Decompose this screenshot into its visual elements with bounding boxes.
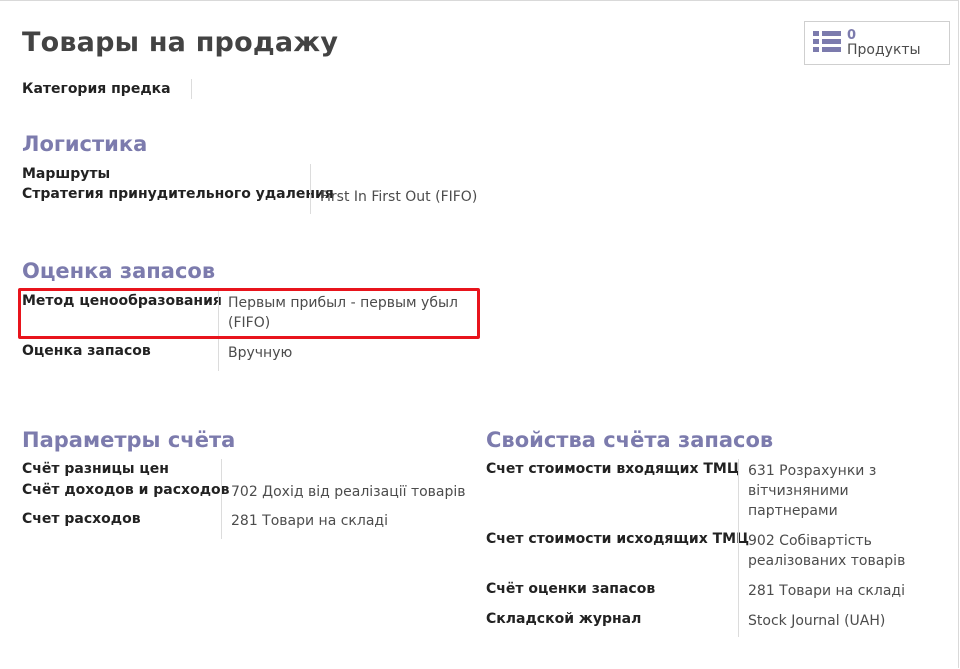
expense-account-field[interactable]: 281 Товари на складі [231,511,388,531]
highlight-box [18,288,480,339]
field-divider [221,459,222,539]
stat-label: Продукты [847,42,921,58]
field-divider [191,79,192,99]
removal-strategy-label: Стратегия принудительного удаления [22,186,334,202]
routes-label: Маршруты [22,166,111,182]
stock-output-account-label: Счет стоимости исходящих ТМЦ [486,531,750,547]
stock-input-account-label: Счет стоимости входящих ТМЦ [486,461,740,477]
list-icon [813,31,841,53]
logistics-heading: Логистика [22,132,148,156]
stock-output-account-field[interactable]: 902 Собівартість реалізованих товарів [748,531,908,571]
stock-valuation-account-field[interactable]: 281 Товари на складі [748,581,905,601]
products-stat-button[interactable]: 0 Продукты [804,21,950,65]
inventory-valuation-label: Оценка запасов [22,343,151,359]
stock-journal-label: Складской журнал [486,611,642,627]
field-divider [738,459,739,637]
inventory-valuation-field[interactable]: Вручную [228,343,292,363]
form-sheet: Товары на продажу 0 Продукты Категория п… [0,0,959,668]
parent-category-label: Категория предка [22,81,171,97]
account-properties-heading: Параметры счёта [22,428,236,452]
removal-strategy-field[interactable]: First In First Out (FIFO) [320,187,477,207]
expense-account-label: Счет расходов [22,511,141,527]
page-title: Товары на продажу [22,27,339,58]
income-account-label: Счёт доходов и расходов [22,482,230,498]
stat-value: 0 [847,28,857,43]
stock-valuation-account-label: Счёт оценки запасов [486,581,656,597]
stock-account-properties-heading: Свойства счёта запасов [486,428,774,452]
price-difference-label: Счёт разницы цен [22,461,169,477]
inventory-valuation-heading: Оценка запасов [22,259,216,283]
field-divider [310,164,311,214]
stock-input-account-field[interactable]: 631 Розрахунки з вітчизняними партнерами [748,461,898,521]
stock-journal-field[interactable]: Stock Journal (UAH) [748,611,885,631]
income-account-field[interactable]: 702 Дохід від реалізації товарів [231,482,466,502]
